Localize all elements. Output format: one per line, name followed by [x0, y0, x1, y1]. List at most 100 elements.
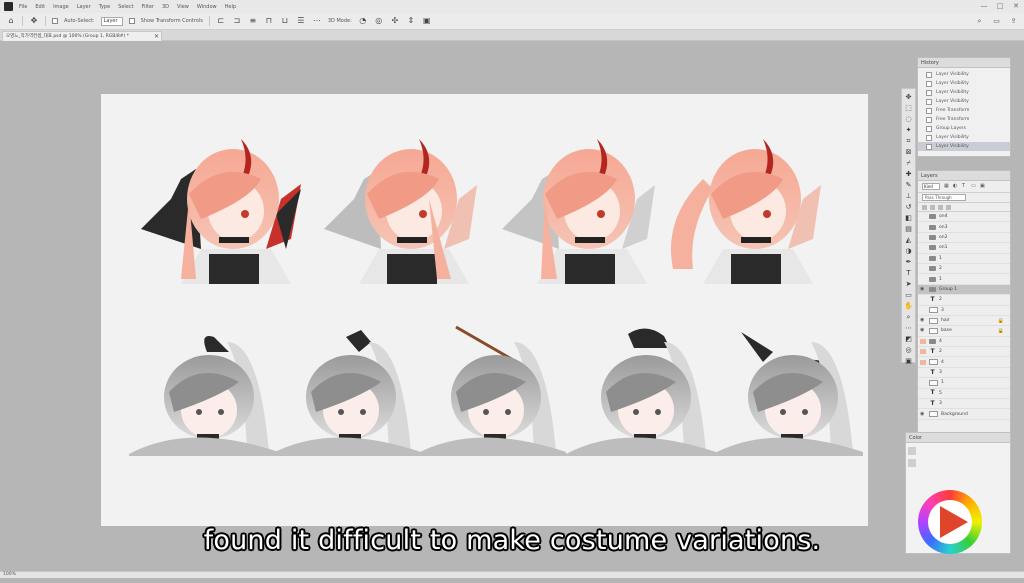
dodge-tool-icon[interactable]: ◑ [904, 246, 914, 256]
swatch-icon[interactable] [908, 459, 916, 467]
history-item[interactable]: Layer Visibility [918, 79, 1010, 88]
visibility-off-icon[interactable] [920, 308, 926, 313]
minimize-icon[interactable]: — [980, 2, 988, 10]
menu-filter[interactable]: Filter [142, 4, 154, 10]
magic-wand-tool-icon[interactable]: ✦ [904, 125, 914, 135]
more-tools-icon[interactable]: ⋯ [904, 323, 914, 333]
eye-icon[interactable]: ◉ [920, 318, 926, 323]
visibility-off-icon[interactable] [920, 245, 926, 250]
auto-select-dropdown[interactable]: Layer [100, 16, 123, 26]
pen-tool-icon[interactable]: ✒ [904, 257, 914, 267]
color-label-icon[interactable] [920, 338, 926, 344]
color-swatches-icon[interactable]: ◩ [904, 334, 914, 344]
layer-row[interactable]: T3 [918, 368, 1010, 379]
move-tool-icon[interactable]: ✥ [29, 16, 39, 26]
crop-tool-icon[interactable]: ⌗ [904, 136, 914, 146]
layer-row[interactable]: on1 [918, 243, 1010, 254]
history-item[interactable]: Layer Visibility [918, 133, 1010, 142]
lock-all-icon[interactable] [946, 204, 951, 210]
hand-tool-icon[interactable]: ✋ [904, 301, 914, 311]
lasso-tool-icon[interactable]: ◌ [904, 114, 914, 124]
show-transform-checkbox[interactable] [128, 18, 135, 24]
layers-panel-title[interactable]: Layers [918, 171, 1010, 181]
history-item-current[interactable]: Layer Visibility [918, 142, 1010, 151]
stamp-tool-icon[interactable]: ⊥ [904, 191, 914, 201]
visibility-off-icon[interactable] [920, 370, 926, 375]
history-item[interactable]: Layer Visibility [918, 70, 1010, 79]
menu-window[interactable]: Window [197, 4, 217, 10]
pixel-filter-icon[interactable]: ▦ [944, 184, 949, 189]
move-tool-icon[interactable]: ✥ [904, 92, 914, 102]
layer-row[interactable]: 1 [918, 254, 1010, 264]
marquee-tool-icon[interactable]: ⬚ [904, 103, 914, 113]
lock-artboard-icon[interactable] [938, 204, 943, 210]
layer-row[interactable]: on3 [918, 222, 1010, 233]
3d-roll-icon[interactable]: ◎ [374, 16, 384, 26]
history-brush-tool-icon[interactable]: ↺ [904, 202, 914, 212]
lock-pixels-icon[interactable] [922, 204, 927, 210]
3d-orbit-icon[interactable]: ◔ [358, 16, 368, 26]
eyedropper-tool-icon[interactable]: ⌿ [904, 158, 914, 168]
menu-select[interactable]: Select [118, 4, 133, 10]
menu-layer[interactable]: Layer [77, 4, 91, 10]
eye-icon[interactable]: ◉ [920, 286, 926, 292]
home-icon[interactable]: ⌂ [6, 16, 16, 26]
menu-file[interactable]: File [19, 4, 27, 10]
blend-mode-dropdown[interactable]: Pass Through [922, 194, 966, 201]
smart-object-filter-icon[interactable]: ▣ [980, 184, 985, 189]
visibility-off-icon[interactable] [920, 277, 926, 282]
layer-row[interactable]: ◉ hair 🔒 [918, 316, 1010, 327]
menu-help[interactable]: Help [225, 4, 236, 10]
document-canvas[interactable] [101, 94, 868, 526]
layer-row[interactable]: 3 [918, 306, 1010, 316]
quick-mask-icon[interactable]: ◎ [904, 345, 914, 355]
tab-close-icon[interactable]: ✕ [154, 32, 159, 41]
layer-row[interactable]: 1 [918, 378, 1010, 389]
gradient-tool-icon[interactable]: ▤ [904, 224, 914, 234]
eye-icon[interactable]: ◉ [920, 411, 926, 417]
history-item[interactable]: Free Transform [918, 106, 1010, 115]
layer-row[interactable]: T2 [918, 295, 1010, 306]
share-icon[interactable]: ⇪ [1009, 17, 1018, 26]
color-panel-title[interactable]: Color [906, 433, 1010, 443]
layer-kind-filter[interactable]: Kind [922, 183, 940, 190]
menu-view[interactable]: View [177, 4, 189, 10]
history-item[interactable]: Free Transform [918, 115, 1010, 124]
align-right-icon[interactable]: ≡ [248, 16, 258, 26]
frame-tool-icon[interactable]: ⊠ [904, 147, 914, 157]
align-center-icon[interactable]: ⊐ [232, 16, 242, 26]
layer-row[interactable]: T5 [918, 389, 1010, 400]
visibility-off-icon[interactable] [920, 380, 926, 385]
layer-row[interactable]: 2 [918, 264, 1010, 275]
align-bottom-icon[interactable]: ☰ [296, 16, 306, 26]
visibility-off-icon[interactable] [920, 266, 926, 271]
close-icon[interactable]: ✕ [1012, 2, 1020, 10]
layer-row[interactable]: T3 [918, 399, 1010, 410]
blur-tool-icon[interactable]: ◭ [904, 235, 914, 245]
layer-row[interactable]: 1 [918, 274, 1010, 285]
lock-position-icon[interactable] [930, 204, 935, 210]
maximize-icon[interactable]: □ [996, 2, 1004, 10]
type-filter-icon[interactable]: T [962, 184, 967, 189]
path-selection-tool-icon[interactable]: ➤ [904, 279, 914, 289]
history-item[interactable]: Layer Visibility [918, 97, 1010, 106]
visibility-off-icon[interactable] [920, 391, 926, 396]
visibility-off-icon[interactable] [920, 235, 926, 240]
shape-filter-icon[interactable]: ▭ [971, 184, 976, 189]
menu-3d[interactable]: 3D [162, 4, 169, 10]
layer-row[interactable]: ◉ base 🔒 [918, 326, 1010, 337]
align-left-icon[interactable]: ⊏ [216, 16, 226, 26]
zoom-level[interactable]: 100% [3, 572, 16, 577]
menu-edit[interactable]: Edit [35, 4, 45, 10]
brush-tool-icon[interactable]: ✎ [904, 180, 914, 190]
zoom-tool-icon[interactable]: ⌕ [904, 312, 914, 322]
visibility-off-icon[interactable] [920, 297, 926, 302]
align-top-icon[interactable]: ⊓ [264, 16, 274, 26]
layer-row[interactable]: 4 [918, 337, 1010, 348]
3d-pan-icon[interactable]: ✣ [390, 16, 400, 26]
eraser-tool-icon[interactable]: ◧ [904, 213, 914, 223]
3d-slide-icon[interactable]: ⇕ [406, 16, 416, 26]
screen-mode-icon[interactable]: ▣ [904, 356, 914, 366]
menu-type[interactable]: Type [99, 4, 110, 10]
color-label-icon[interactable] [920, 359, 926, 365]
